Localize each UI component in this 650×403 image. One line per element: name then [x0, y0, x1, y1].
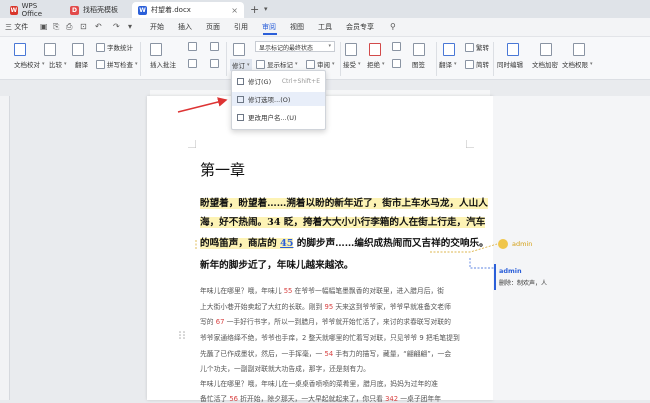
- menu-item-change-username[interactable]: 更改用户名...(U): [232, 110, 325, 124]
- revise-icon: [237, 77, 244, 85]
- menu-item-label: 更改用户名...(U): [248, 114, 297, 122]
- comment-connector: [195, 240, 498, 269]
- revision-author: admin: [499, 267, 522, 275]
- comment-author: admin: [512, 240, 533, 248]
- menu-item-revise-options[interactable]: 修订选项...(O): [232, 92, 325, 106]
- user-icon: [237, 113, 244, 121]
- revision-indicator: [494, 264, 496, 290]
- avatar-icon: [498, 239, 508, 249]
- revise-dropdown-menu: 修订(G) Ctrl+Shift+E 修订选项...(O) 更改用户名...(U…: [231, 70, 326, 130]
- revision-card[interactable]: admin 删除：制欢声，人: [494, 264, 650, 290]
- menu-item-label: 修订选项...(O): [248, 96, 291, 104]
- revision-text: 删除：制欢声，人: [499, 280, 548, 287]
- menu-item-shortcut: Ctrl+Shift+E: [281, 77, 320, 85]
- menu-item-revise[interactable]: 修订(G) Ctrl+Shift+E: [232, 74, 325, 88]
- comment-card[interactable]: admin: [497, 238, 587, 260]
- options-icon: [237, 95, 244, 103]
- menu-item-label: 修订(G): [248, 78, 272, 86]
